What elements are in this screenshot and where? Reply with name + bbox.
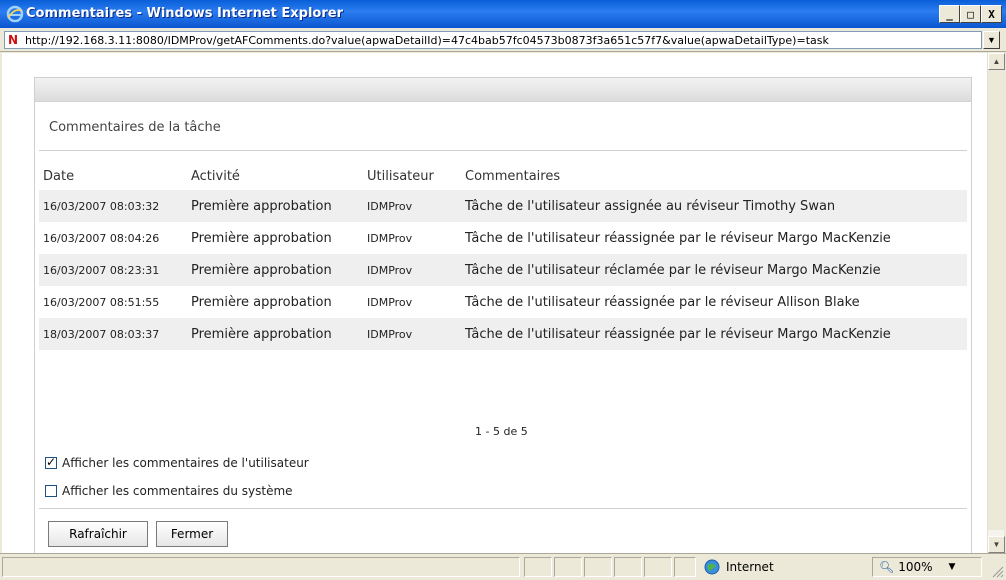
cell-activity: Première approbation [187, 190, 363, 222]
address-field[interactable]: N http://192.168.3.11:8080/IDMProv/getAF… [4, 31, 982, 49]
cell-user: IDMProv [363, 254, 461, 286]
cell-activity: Première approbation [187, 254, 363, 286]
show-system-comments-checkbox[interactable] [45, 485, 57, 497]
column-header-date: Date [43, 168, 75, 184]
cell-date: 18/03/2007 08:03:37 [39, 318, 187, 350]
table-header-row: Date Activité Utilisateur Commentaires [39, 162, 967, 190]
cell-activity: Première approbation [191, 230, 332, 246]
page-favicon-icon: N [7, 33, 19, 47]
status-cell [674, 557, 696, 577]
address-dropdown-button[interactable]: ▼ [983, 31, 1000, 49]
show-user-comments-checkbox[interactable] [45, 455, 57, 469]
panel-header-bar [35, 78, 971, 102]
address-url[interactable]: http://192.168.3.11:8080/IDMProv/getAFCo… [21, 34, 829, 47]
pagination-info: 1 - 5 de 5 [475, 425, 528, 438]
cell-comment: Tâche de l'utilisateur réassignée par le… [465, 294, 860, 310]
column-header-user: Utilisateur [367, 168, 434, 184]
status-bar: Internet 🔍︎ 100% ▼ [0, 553, 1006, 580]
cell-comment: Tâche de l'utilisateur assignée au révis… [461, 190, 967, 222]
cell-user: IDMProv [367, 231, 413, 245]
status-cell [524, 557, 552, 577]
zone-label: Internet [726, 560, 774, 574]
table-row: 16/03/2007 08:23:31 Première approbation… [39, 254, 967, 286]
security-zone[interactable]: Internet [700, 557, 864, 577]
divider [39, 150, 967, 151]
cell-date: 16/03/2007 08:51:55 [43, 295, 160, 309]
cell-comment: Tâche de l'utilisateur réassignée par le… [461, 318, 967, 350]
cell-user: IDMProv [367, 295, 413, 309]
scroll-down-arrow-icon[interactable]: ▼ [988, 536, 1005, 553]
cell-comment: Tâche de l'utilisateur réassignée par le… [465, 230, 891, 246]
refresh-button[interactable]: Rafraîchir [48, 521, 148, 547]
status-text-area [2, 557, 520, 577]
status-cell [554, 557, 582, 577]
cell-comment: Tâche de l'utilisateur réclamée par le r… [461, 254, 967, 286]
status-cell [644, 557, 672, 577]
address-bar: N http://192.168.3.11:8080/IDMProv/getAF… [0, 28, 1006, 52]
cell-date: 16/03/2007 08:23:31 [39, 254, 187, 286]
close-window-button[interactable]: X [981, 5, 1002, 23]
divider [39, 508, 967, 509]
show-system-comments-option[interactable]: Afficher les commentaires du système [45, 484, 293, 498]
status-cell [584, 557, 612, 577]
cell-activity: Première approbation [187, 318, 363, 350]
table-row: 16/03/2007 08:03:32 Première approbation… [39, 190, 967, 222]
scrollbar-track[interactable] [988, 70, 1004, 530]
scroll-up-arrow-icon[interactable]: ▲ [988, 53, 1005, 70]
show-system-comments-label[interactable]: Afficher les commentaires du système [62, 484, 293, 498]
cell-activity: Première approbation [191, 294, 332, 310]
window-titlebar[interactable]: Commentaires - Windows Internet Explorer… [0, 0, 1006, 28]
column-header-activity: Activité [191, 168, 240, 184]
comments-panel: Commentaires de la tâche Date Activité U… [34, 77, 972, 570]
comments-table: Date Activité Utilisateur Commentaires 1… [39, 162, 967, 350]
ie-icon [6, 5, 24, 23]
resize-grip-icon[interactable] [990, 564, 1004, 578]
window-controls: _ □ X [939, 5, 1002, 23]
page-viewport: Commentaires de la tâche Date Activité U… [2, 53, 987, 570]
globe-icon [704, 559, 720, 575]
cell-date: 16/03/2007 08:03:32 [39, 190, 187, 222]
window-title: Commentaires - Windows Internet Explorer [26, 6, 343, 21]
zoom-control[interactable]: 🔍︎ 100% ▼ [872, 557, 982, 577]
column-header-comments: Commentaires [465, 168, 561, 184]
minimize-button[interactable]: _ [939, 5, 960, 23]
show-user-comments-label[interactable]: Afficher les commentaires de l'utilisate… [62, 456, 309, 470]
table-row: 18/03/2007 08:03:37 Première approbation… [39, 318, 967, 350]
cell-user: IDMProv [363, 318, 461, 350]
chevron-down-icon[interactable]: ▼ [949, 562, 956, 572]
maximize-button[interactable]: □ [960, 5, 981, 23]
vertical-scrollbar[interactable]: ▲ ▼ [987, 53, 1005, 553]
zoom-magnifier-icon: 🔍︎ [879, 560, 895, 574]
zoom-level: 100% [898, 560, 933, 574]
table-row: 16/03/2007 08:04:26 Première approbation… [39, 222, 967, 254]
status-cell [614, 557, 642, 577]
panel-title: Commentaires de la tâche [49, 120, 221, 135]
table-row: 16/03/2007 08:51:55 Première approbation… [39, 286, 967, 318]
cell-user: IDMProv [363, 190, 461, 222]
show-user-comments-option[interactable]: Afficher les commentaires de l'utilisate… [45, 455, 309, 470]
close-button[interactable]: Fermer [156, 521, 228, 547]
cell-date: 16/03/2007 08:04:26 [43, 231, 160, 245]
